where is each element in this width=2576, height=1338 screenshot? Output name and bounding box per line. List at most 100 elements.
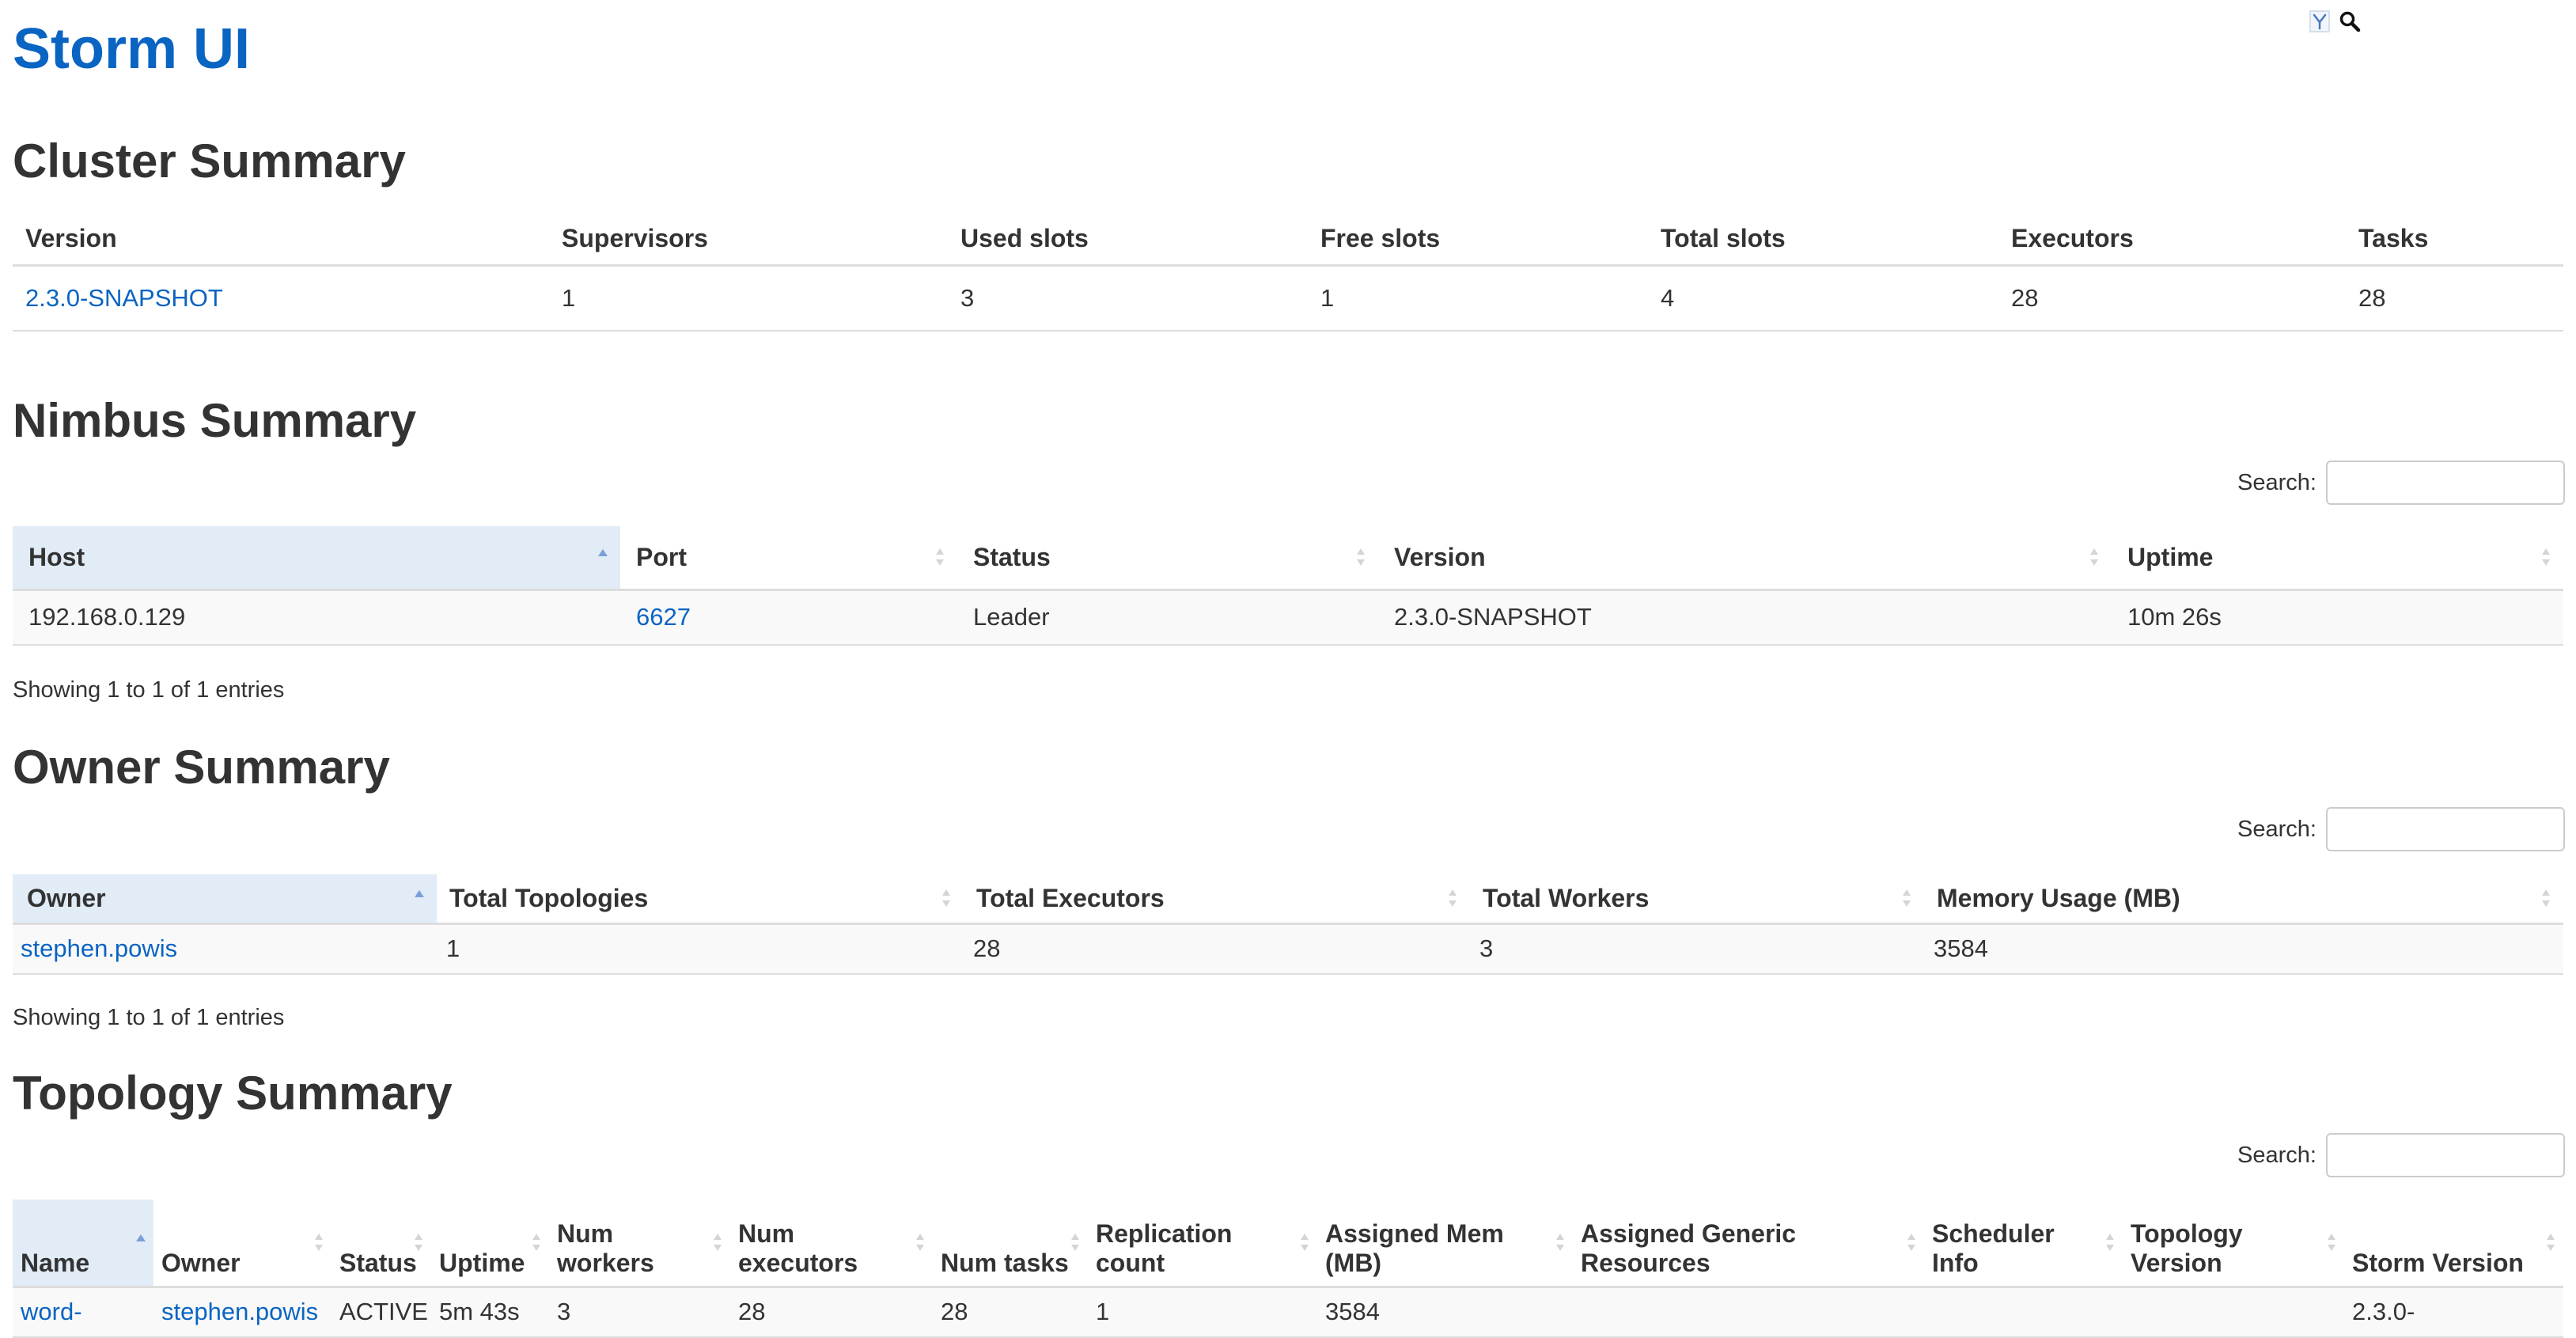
col-header-total-executors-label: Total Executors	[976, 883, 1165, 912]
cell-host: 192.168.0.129	[13, 589, 620, 646]
col-header-owner-label: Owner	[27, 883, 106, 912]
nimbus-search: Search:	[2237, 461, 2565, 505]
cluster-summary-table: Version Supervisors Used slots Free slot…	[13, 212, 2563, 332]
topology-owner-link[interactable]: stephen.powis	[161, 1298, 318, 1325]
col-header-total-topologies-label: Total Topologies	[449, 883, 649, 912]
col-header-num-executors[interactable]: Num executors	[730, 1200, 933, 1288]
col-header-scheduler-info[interactable]: Scheduler Info	[1924, 1200, 2123, 1288]
col-header-used-slots: Used slots	[948, 212, 1308, 267]
cell-total-executors: 28	[964, 923, 1470, 975]
sort-both-icon	[2542, 548, 2550, 567]
version-link[interactable]: 2.3.0-SNAPSHOT	[25, 284, 223, 312]
col-header-owner-label: Owner	[161, 1248, 241, 1277]
owner-header-row: Owner Total Topologies Total Executors T…	[13, 874, 2563, 925]
owner-link[interactable]: stephen.powis	[21, 934, 177, 962]
col-header-supervisors: Supervisors	[549, 212, 948, 267]
col-header-uptime[interactable]: Uptime	[2112, 526, 2563, 591]
col-header-assigned-mem[interactable]: Assigned Mem (MB)	[1317, 1200, 1573, 1288]
col-header-total-workers-label: Total Workers	[1483, 883, 1650, 912]
cell-topology-version	[2123, 1287, 2344, 1338]
port-link[interactable]: 6627	[636, 603, 691, 631]
col-header-assigned-generic-resources[interactable]: Assigned Generic Resources	[1573, 1200, 1924, 1288]
sort-both-icon	[1903, 889, 1911, 908]
col-header-port[interactable]: Port	[620, 526, 957, 591]
sort-both-icon	[2090, 548, 2098, 567]
cluster-summary-title: Cluster Summary	[13, 135, 406, 188]
col-header-owner[interactable]: Owner	[153, 1200, 331, 1288]
nimbus-header-row: Host Port Status Version Uptime	[13, 526, 2563, 591]
col-header-name[interactable]: Name	[13, 1200, 153, 1288]
topology-search-input[interactable]	[2325, 1133, 2565, 1177]
sort-both-icon	[916, 1234, 924, 1252]
table-row: stephen.powis 1 28 3 3584	[13, 923, 2563, 975]
sort-both-icon	[2106, 1234, 2114, 1252]
sort-asc-icon	[415, 890, 424, 898]
topology-header-row: Name Owner Status Uptime Num workers Num…	[13, 1200, 2563, 1288]
sort-both-icon	[942, 889, 950, 908]
cell-version: 2.3.0-SNAPSHOT	[1378, 589, 2112, 646]
col-header-replication-count[interactable]: Replication count	[1088, 1200, 1317, 1288]
col-header-num-workers[interactable]: Num workers	[549, 1200, 730, 1288]
cell-owner: stephen.powis	[153, 1287, 331, 1338]
search-icon[interactable]	[2339, 9, 2361, 33]
col-header-total-topologies[interactable]: Total Topologies	[437, 874, 964, 925]
app-title[interactable]: Storm UI	[13, 21, 250, 78]
owner-search-input[interactable]	[2325, 807, 2565, 851]
col-header-status-label: Status	[339, 1248, 417, 1277]
cell-port: 6627	[620, 589, 957, 646]
nimbus-summary-table: Host Port Status Version Uptime 192.168.…	[13, 526, 2563, 646]
owner-summary-title: Owner Summary	[13, 741, 390, 794]
owner-search: Search:	[2237, 807, 2565, 851]
col-header-num-tasks[interactable]: Num tasks	[933, 1200, 1088, 1288]
col-header-uptime[interactable]: Uptime	[431, 1200, 549, 1288]
col-header-replication-count-label: Replication count	[1096, 1219, 1233, 1277]
cell-status: ACTIVE	[331, 1287, 431, 1338]
col-header-topology-version[interactable]: Topology Version	[2123, 1200, 2344, 1288]
col-header-status[interactable]: Status	[331, 1200, 431, 1288]
cell-executors: 28	[1998, 265, 2346, 332]
col-header-owner[interactable]: Owner	[13, 874, 437, 925]
col-header-num-workers-label: Num workers	[557, 1219, 654, 1277]
cell-owner: stephen.powis	[13, 923, 437, 975]
topology-summary-table: Name Owner Status Uptime Num workers Num…	[13, 1200, 2563, 1338]
sort-both-icon	[532, 1234, 540, 1252]
col-header-status[interactable]: Status	[957, 526, 1378, 591]
col-header-version[interactable]: Version	[1378, 526, 2112, 591]
filter-icon[interactable]	[2309, 9, 2331, 33]
col-header-memory-usage[interactable]: Memory Usage (MB)	[1924, 874, 2563, 925]
cell-replication-count: 1	[1088, 1287, 1317, 1338]
sort-both-icon	[1301, 1234, 1309, 1252]
col-header-total-workers[interactable]: Total Workers	[1470, 874, 1924, 925]
col-header-name-label: Name	[21, 1248, 90, 1277]
cell-total-topologies: 1	[437, 923, 964, 975]
sort-both-icon	[1907, 1234, 1915, 1252]
col-header-topology-version-label: Topology Version	[2131, 1219, 2243, 1277]
cell-scheduler-info	[1924, 1287, 2123, 1338]
col-header-storm-version-label: Storm Version	[2352, 1248, 2524, 1277]
col-header-assigned-generic-resources-label: Assigned Generic Resources	[1581, 1219, 1797, 1277]
sort-asc-icon	[136, 1234, 146, 1242]
sort-both-icon	[2328, 1234, 2335, 1252]
cell-tasks: 28	[2346, 265, 2563, 332]
cell-memory-usage: 3584	[1924, 923, 2563, 975]
sort-both-icon	[415, 1234, 422, 1252]
col-header-memory-usage-label: Memory Usage (MB)	[1937, 883, 2180, 912]
cell-assigned-generic-resources	[1573, 1287, 1924, 1338]
table-row: 192.168.0.129 6627 Leader 2.3.0-SNAPSHOT…	[13, 589, 2563, 646]
col-header-status-label: Status	[973, 542, 1051, 571]
sort-both-icon	[1357, 548, 1365, 567]
cell-num-executors: 28	[730, 1287, 933, 1338]
col-header-total-executors[interactable]: Total Executors	[964, 874, 1470, 925]
col-header-version-label: Version	[1394, 542, 1486, 571]
nimbus-search-input[interactable]	[2325, 461, 2565, 505]
cluster-header-row: Version Supervisors Used slots Free slot…	[13, 212, 2563, 267]
col-header-num-executors-label: Num executors	[738, 1219, 858, 1277]
table-row: word- stephen.powis ACTIVE 5m 43s 3 28 2…	[13, 1287, 2563, 1338]
sort-both-icon	[936, 548, 944, 567]
col-header-host[interactable]: Host	[13, 526, 620, 591]
col-header-storm-version[interactable]: Storm Version	[2344, 1200, 2563, 1288]
topology-name-link[interactable]: word-	[21, 1298, 82, 1325]
col-header-scheduler-info-label: Scheduler Info	[1932, 1219, 2055, 1277]
cell-storm-version: 2.3.0-	[2344, 1287, 2563, 1338]
cell-supervisors: 1	[549, 265, 948, 332]
